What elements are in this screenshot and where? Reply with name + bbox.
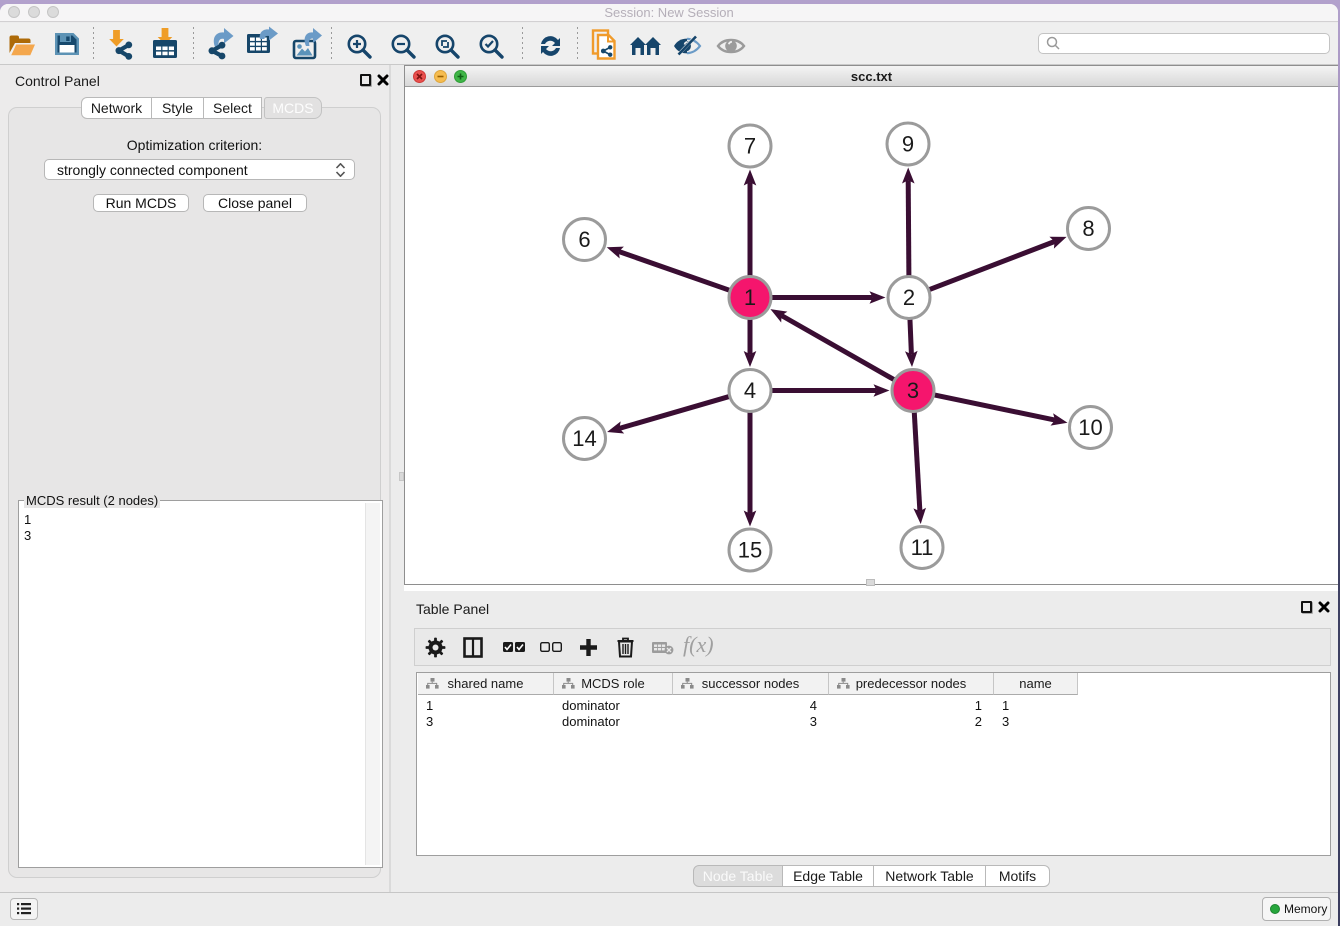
svg-text:1: 1 bbox=[744, 285, 756, 310]
svg-text:6: 6 bbox=[578, 227, 590, 252]
svg-text:11: 11 bbox=[911, 535, 934, 560]
svg-text:4: 4 bbox=[744, 378, 756, 403]
svg-text:15: 15 bbox=[738, 538, 762, 563]
svg-text:8: 8 bbox=[1082, 216, 1094, 241]
svg-text:14: 14 bbox=[572, 426, 596, 451]
svg-text:7: 7 bbox=[744, 134, 756, 159]
svg-text:2: 2 bbox=[903, 285, 915, 310]
svg-text:3: 3 bbox=[907, 378, 919, 403]
svg-text:10: 10 bbox=[1078, 415, 1102, 440]
svg-text:9: 9 bbox=[902, 132, 914, 157]
